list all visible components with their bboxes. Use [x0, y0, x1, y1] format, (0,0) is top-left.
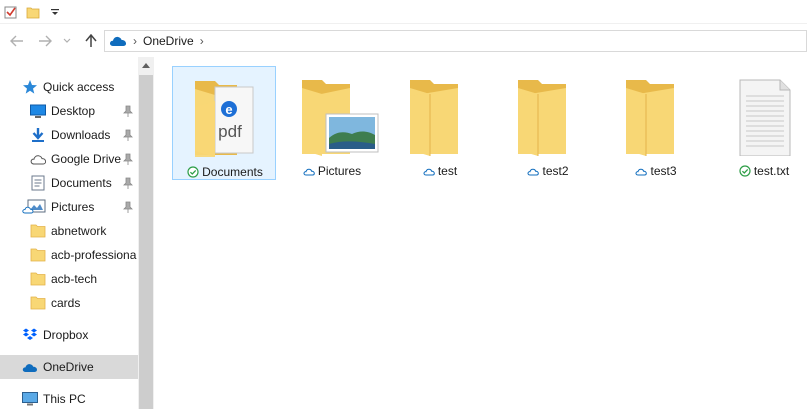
text-file-icon: [732, 74, 796, 157]
file-item-caption: test2: [496, 163, 600, 179]
pdf-badge-label: pdf: [218, 122, 242, 141]
onedrive-cloud-icon: [22, 359, 38, 375]
pin-icon[interactable]: [123, 105, 133, 117]
cloud-only-icon: [635, 165, 648, 177]
folder-icon: [30, 223, 46, 239]
sidebar-item-label: Downloads: [51, 128, 111, 142]
sidebar-item-label: Pictures: [51, 200, 95, 214]
sidebar-item-onedrive[interactable]: OneDrive: [0, 355, 138, 379]
file-item-name: test.txt: [753, 164, 790, 178]
sidebar-item-this-pc[interactable]: This PC: [0, 387, 138, 409]
sidebar-item-label: abnetwork: [51, 224, 107, 238]
sidebar-item-label: Google Drive: [51, 152, 122, 166]
onedrive-cloud-icon: [109, 35, 127, 47]
documents-icon: [30, 175, 46, 191]
file-view: e pdf Documents Pictures test test2 test…: [154, 57, 807, 409]
pin-icon[interactable]: [123, 129, 133, 141]
google-drive-icon: [30, 151, 47, 167]
pin-icon[interactable]: [123, 153, 133, 165]
sidebar-item-documents[interactable]: Documents: [0, 171, 138, 195]
recent-locations-chevron-icon[interactable]: [62, 32, 72, 50]
sidebar-item-quick-access[interactable]: Quick access: [0, 75, 138, 99]
cloud-only-icon: [303, 165, 315, 177]
file-item-caption: test.txt: [712, 163, 807, 179]
navigation-pane: Quick access Desktop Downloads Google Dr…: [0, 57, 154, 409]
sidebar-item-pictures[interactable]: Pictures: [0, 195, 138, 219]
sidebar-item-dropbox[interactable]: Dropbox: [0, 323, 138, 347]
folder-icon: [408, 74, 472, 156]
folder-icon: [516, 74, 580, 156]
file-item-name: Documents: [202, 165, 263, 179]
sidebar-item-label: Desktop: [51, 104, 96, 118]
file-item-name: test2: [542, 164, 569, 178]
file-item-caption: Documents: [173, 164, 277, 180]
file-item-test3[interactable]: test3: [604, 66, 708, 180]
title-bar: [0, 0, 807, 24]
folder-icon: [30, 295, 46, 311]
sidebar-item-label: acb-tech: [51, 272, 98, 286]
scroll-up-arrow-icon[interactable]: [138, 57, 154, 74]
sidebar-item-label: Dropbox: [43, 328, 89, 342]
sidebar-item-label: cards: [51, 296, 81, 310]
cloud-only-icon: [423, 165, 435, 177]
downloads-icon: [30, 127, 46, 143]
sidebar-item-label: Documents: [51, 176, 112, 190]
customize-toolbar-icon[interactable]: [46, 3, 64, 21]
synced-check-icon: [739, 165, 751, 177]
desktop-icon: [30, 103, 46, 119]
folder-icon: [30, 247, 46, 263]
scrollbar-thumb[interactable]: [139, 75, 153, 409]
sidebar-item-downloads[interactable]: Downloads: [0, 123, 138, 147]
pin-icon[interactable]: [123, 177, 133, 189]
new-folder-icon[interactable]: [24, 3, 42, 21]
address-bar[interactable]: › OneDrive ›: [104, 30, 807, 52]
breadcrumb-separator-icon[interactable]: ›: [200, 34, 204, 48]
sidebar-item-acb-tech[interactable]: acb-tech: [0, 267, 138, 291]
up-arrow-icon[interactable]: [82, 32, 100, 50]
file-item-test2[interactable]: test2: [496, 66, 600, 180]
star-icon: [22, 79, 38, 95]
folder-icon: [30, 271, 46, 287]
svg-text:e: e: [225, 102, 232, 117]
sidebar-item-label: acb-professiona: [51, 248, 137, 262]
breadcrumb-separator-icon[interactable]: ›: [133, 34, 137, 48]
file-item-caption: test: [388, 163, 492, 179]
sidebar-item-abnetwork[interactable]: abnetwork: [0, 219, 138, 243]
sidebar-item-label: Quick access: [43, 80, 115, 94]
back-arrow-icon[interactable]: [8, 32, 26, 50]
file-item-pictures[interactable]: Pictures: [280, 66, 384, 180]
file-item-test[interactable]: test: [388, 66, 492, 180]
file-item-name: test3: [650, 164, 677, 178]
file-item-documents[interactable]: e pdf Documents: [172, 66, 276, 180]
file-item-caption: Pictures: [280, 163, 384, 179]
breadcrumb-onedrive[interactable]: OneDrive: [143, 34, 194, 48]
file-item-name: test: [437, 164, 458, 178]
dropbox-icon: [22, 327, 38, 343]
folder-with-pdf-icon: e pdf: [193, 75, 257, 157]
sidebar-item-google-drive[interactable]: Google Drive: [0, 147, 138, 171]
file-item-caption: test3: [604, 163, 708, 179]
sidebar-item-label: OneDrive: [43, 360, 94, 374]
properties-icon[interactable]: [2, 3, 20, 21]
pin-icon[interactable]: [123, 201, 133, 213]
this-pc-icon: [22, 391, 38, 407]
sidebar-scrollbar[interactable]: [138, 57, 154, 409]
sidebar-item-label: This PC: [43, 392, 86, 406]
forward-arrow-icon[interactable]: [36, 32, 54, 50]
synced-check-icon: [187, 166, 199, 178]
sidebar-item-cards[interactable]: cards: [0, 291, 138, 315]
pictures-icon: [22, 199, 46, 215]
file-item-name: Pictures: [317, 164, 362, 178]
file-item-test-txt[interactable]: test.txt: [712, 66, 807, 180]
navigation-bar: › OneDrive ›: [0, 24, 807, 57]
folder-with-picture-icon: [300, 74, 379, 156]
sidebar-item-acb-professional[interactable]: acb-professiona: [0, 243, 138, 267]
sidebar-item-desktop[interactable]: Desktop: [0, 99, 138, 123]
cloud-only-icon: [527, 165, 540, 177]
folder-icon: [624, 74, 688, 156]
